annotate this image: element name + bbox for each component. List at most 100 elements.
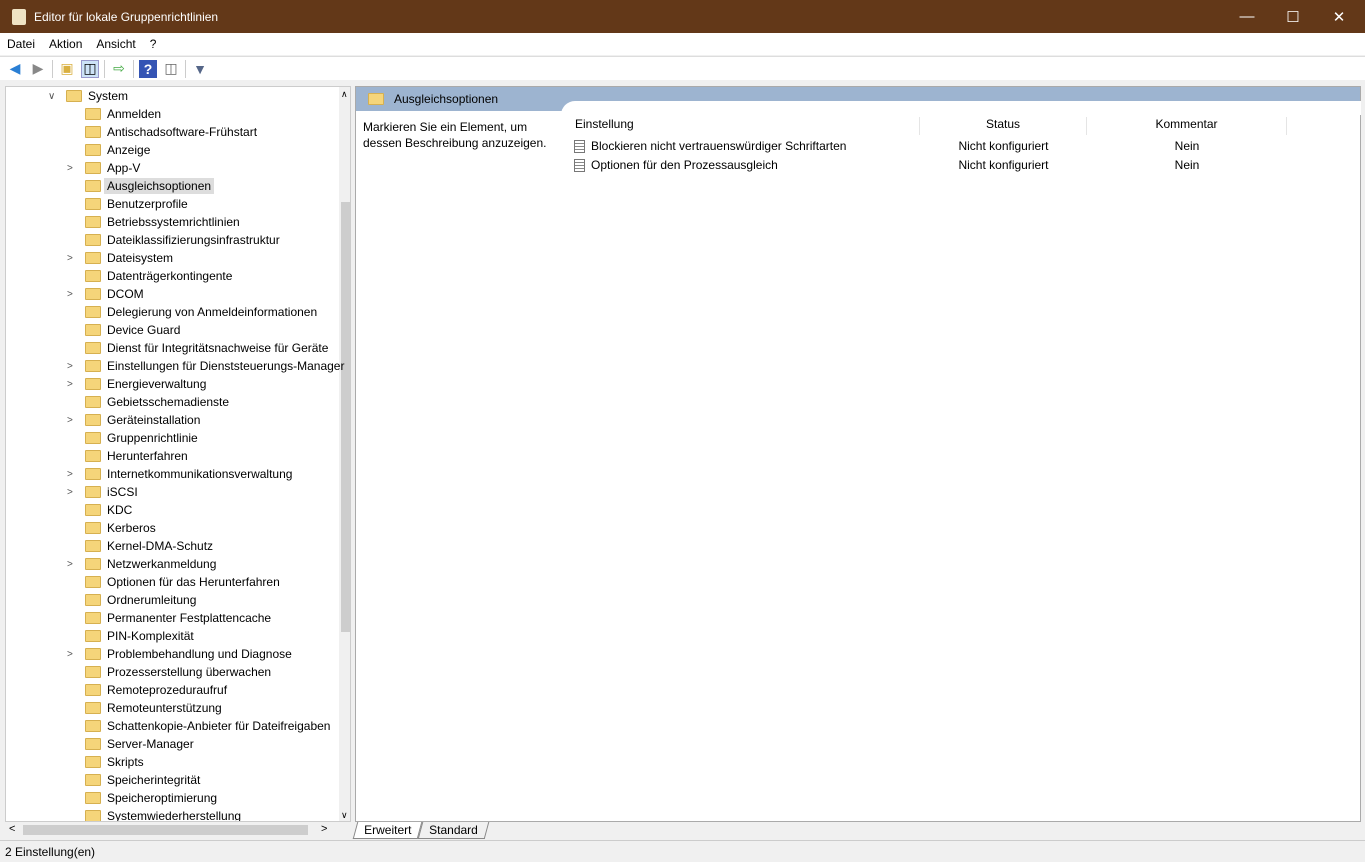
tree-item[interactable]: > Internetkommunikationsverwaltung (67, 465, 292, 483)
tree-item[interactable]: Ordnerumleitung (69, 591, 196, 609)
tree-item[interactable]: Benutzerprofile (69, 195, 188, 213)
chevron-right-icon[interactable]: > (67, 415, 77, 426)
chevron-right-icon[interactable]: > (67, 289, 77, 300)
tree-item[interactable]: Herunterfahren (69, 447, 188, 465)
tree-item[interactable]: Kerberos (69, 519, 156, 537)
tree-item-label: Anzeige (107, 143, 151, 157)
menu-help[interactable]: ? (150, 37, 157, 51)
tree-item[interactable]: Kernel-DMA-Schutz (69, 537, 213, 555)
chevron-right-icon[interactable]: > (67, 361, 77, 372)
folder-icon (85, 216, 101, 228)
tree-item-label: Gruppenrichtlinie (107, 431, 198, 445)
tree-item[interactable]: Prozesserstellung überwachen (69, 663, 271, 681)
chevron-right-icon[interactable]: > (67, 163, 77, 174)
tree-item[interactable]: > Einstellungen für Dienststeuerungs-Mana… (67, 357, 344, 375)
show-hide-tree-icon[interactable]: ◫ (81, 59, 99, 78)
tree-item-label: Energieverwaltung (107, 377, 207, 391)
menu-ansicht[interactable]: Ansicht (96, 37, 135, 51)
scroll-up-icon[interactable]: ∧ (341, 89, 348, 100)
menu-datei[interactable]: Datei (7, 37, 35, 51)
column-header-kommentar[interactable]: Kommentar (1087, 117, 1287, 135)
tree-item[interactable]: Speicheroptimierung (69, 789, 217, 807)
tree-item[interactable]: Permanenter Festplattencache (69, 609, 271, 627)
view-tabs: Erweitert Standard (352, 822, 490, 839)
tree-item[interactable]: Server-Manager (69, 735, 194, 753)
export-list-icon[interactable]: ⇨ (110, 60, 128, 78)
tree-item[interactable]: Antischadsoftware-Frühstart (69, 123, 257, 141)
tree-item-label: Schattenkopie-Anbieter für Dateifreigabe… (107, 719, 331, 733)
chevron-right-icon[interactable]: > (67, 379, 77, 390)
tree-item[interactable]: > Problembehandlung und Diagnose (67, 645, 292, 663)
maximize-button[interactable]: ☐ (1270, 0, 1316, 33)
column-header-einstellung[interactable]: Einstellung (568, 117, 920, 135)
tree-item-label: Problembehandlung und Diagnose (107, 647, 292, 661)
tree-item-label: Ordnerumleitung (107, 593, 197, 607)
tree-item[interactable]: > Dateisystem (67, 249, 173, 267)
tree-item[interactable]: Schattenkopie-Anbieter für Dateifreigabe… (69, 717, 330, 735)
tree-item[interactable]: Dateiklassifizierungsinfrastruktur (69, 231, 280, 249)
scroll-thumb[interactable] (23, 825, 308, 835)
tab-erweitert[interactable]: Erweitert (352, 822, 423, 839)
tree-item-label: iSCSI (107, 485, 138, 499)
setting-row[interactable]: Blockieren nicht vertrauenswürdiger Schr… (574, 137, 846, 155)
tree-item-system[interactable]: ∨ System (48, 87, 128, 105)
setting-row[interactable]: Optionen für den Prozessausgleich (574, 156, 778, 174)
scroll-down-icon[interactable]: ∨ (341, 810, 348, 821)
tree-item[interactable]: Gruppenrichtlinie (69, 429, 198, 447)
tree-item[interactable]: Remoteunterstützung (69, 699, 222, 717)
tree-item[interactable]: Dienst für Integritätsnachweise für Gerä… (69, 339, 328, 357)
minimize-button[interactable]: — (1224, 0, 1270, 33)
properties-icon[interactable]: ◫ (162, 60, 180, 78)
tree-horizontal-scrollbar[interactable]: < > (5, 822, 339, 838)
folder-icon (85, 198, 101, 210)
tree-vertical-scrollbar[interactable]: ∧ ∨ (339, 87, 350, 821)
scroll-left-icon[interactable]: < (9, 823, 15, 835)
tree-item[interactable]: > Energieverwaltung (67, 375, 207, 393)
folder-icon (85, 594, 101, 606)
tree-item[interactable]: Device Guard (69, 321, 180, 339)
chevron-right-icon[interactable]: > (67, 559, 77, 570)
chevron-right-icon[interactable]: > (67, 649, 77, 660)
tree-item-label: App-V (107, 161, 141, 175)
filter-icon[interactable]: ▼ (191, 60, 209, 78)
tree-item[interactable]: > DCOM (67, 285, 144, 303)
chevron-right-icon[interactable]: > (67, 469, 77, 480)
tree-item[interactable]: Datenträgerkontingente (69, 267, 232, 285)
tree-item[interactable]: Delegierung von Anmeldeinformationen (69, 303, 317, 321)
tree-item[interactable]: Systemwiederherstellung (69, 807, 241, 821)
tree-item[interactable]: > Netzwerkanmeldung (67, 555, 216, 573)
tree-item[interactable]: Betriebssystemrichtlinien (69, 213, 240, 231)
folder-icon (85, 360, 101, 372)
tree-item[interactable]: Speicherintegrität (69, 771, 200, 789)
separator (52, 59, 53, 78)
tree-item[interactable]: > App-V (67, 159, 141, 177)
close-button[interactable]: ✕ (1316, 0, 1362, 33)
up-folder-icon[interactable]: ▣ (58, 60, 76, 78)
scroll-thumb[interactable] (341, 202, 350, 632)
tree-item[interactable]: KDC (69, 501, 132, 519)
scroll-right-icon[interactable]: > (321, 823, 327, 835)
tree-item[interactable]: PIN-Komplexität (69, 627, 194, 645)
tree-item[interactable]: Skripts (69, 753, 144, 771)
help-icon[interactable]: ? (139, 59, 157, 78)
toolbar: ◀ ▶ ▣ ◫ ⇨ ? ◫ ▼ (0, 56, 1365, 80)
tree-item[interactable]: Gebietsschemadienste (69, 393, 229, 411)
tab-standard[interactable]: Standard (418, 822, 490, 839)
tree-item-label: Permanenter Festplattencache (107, 611, 272, 625)
tree-item[interactable]: Ausgleichsoptionen (69, 177, 215, 195)
tree-item-label: Remoteunterstützung (107, 701, 222, 715)
menu-aktion[interactable]: Aktion (49, 37, 82, 51)
chevron-down-icon[interactable]: ∨ (48, 91, 58, 102)
chevron-right-icon[interactable]: > (67, 253, 77, 264)
tree-item[interactable]: Anzeige (69, 141, 150, 159)
tree-item[interactable]: Anmelden (69, 105, 161, 123)
tree-item[interactable]: Remoteprozeduraufruf (69, 681, 227, 699)
tree-item[interactable]: Optionen für das Herunterfahren (69, 573, 280, 591)
tree-item[interactable]: > iSCSI (67, 483, 138, 501)
column-header-status[interactable]: Status (920, 117, 1087, 135)
tree-item[interactable]: > Geräteinstallation (67, 411, 200, 429)
back-icon[interactable]: ◀ (6, 60, 24, 78)
folder-icon (85, 486, 101, 498)
forward-icon[interactable]: ▶ (29, 60, 47, 78)
chevron-right-icon[interactable]: > (67, 487, 77, 498)
